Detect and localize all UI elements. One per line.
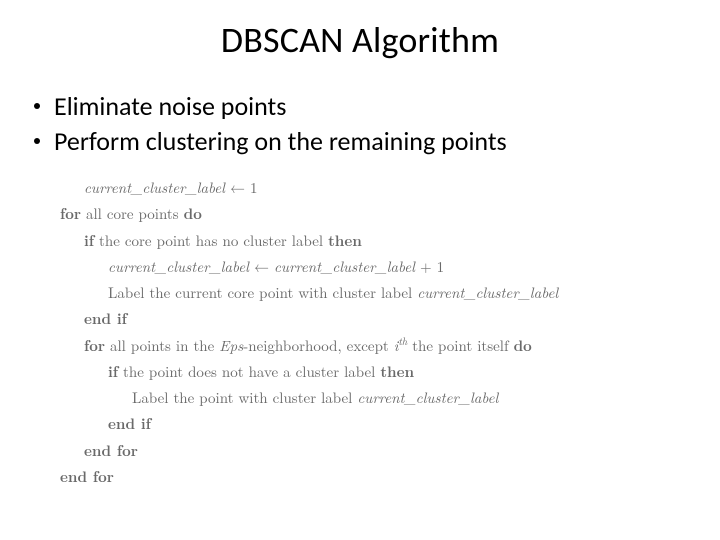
code-text: the core point has no cluster label (94, 230, 328, 251)
code-line: current_cluster_label ← current_cluster_… (60, 254, 686, 280)
slide: DBSCAN Algorithm Eliminate noise points … (0, 0, 720, 540)
code-text: + 1 (415, 256, 444, 277)
pseudocode-block: current_cluster_label ← 1 for all core p… (34, 175, 686, 490)
code-keyword: then (380, 361, 414, 382)
page-title: DBSCAN Algorithm (34, 18, 686, 62)
code-keyword: if (84, 230, 94, 251)
code-var: current_cluster_label (84, 177, 225, 198)
code-line: if the point does not have a cluster lab… (60, 359, 686, 385)
code-keyword: if (108, 361, 118, 382)
code-var: Eps (219, 335, 243, 356)
bullet-dot-icon (34, 138, 40, 144)
code-line: if the core point has no cluster label t… (60, 228, 686, 254)
code-var: current_cluster_label (417, 282, 558, 303)
code-keyword: do (184, 203, 202, 224)
code-text: ← (249, 256, 274, 277)
code-keyword: end for (60, 466, 114, 487)
code-text: the point does not have a cluster label (118, 361, 380, 382)
code-text: -neighborhood, except (243, 335, 393, 356)
code-line: current_cluster_label ← 1 (60, 175, 686, 201)
bullet-text: Perform clustering on the remaining poin… (54, 125, 507, 158)
code-line: end for (60, 438, 686, 464)
code-keyword: end if (84, 308, 127, 329)
code-text: Label the point with cluster label (132, 387, 357, 408)
code-keyword: end if (108, 413, 151, 434)
code-line: end if (60, 306, 686, 332)
code-text: all points in the (105, 335, 219, 356)
code-line: end for (60, 464, 686, 490)
code-keyword: end for (84, 440, 138, 461)
code-keyword: for (84, 335, 105, 356)
code-line: end if (60, 411, 686, 437)
bullet-list: Eliminate noise points Perform clusterin… (34, 90, 686, 157)
code-keyword: then (328, 230, 362, 251)
list-item: Perform clustering on the remaining poin… (34, 125, 686, 158)
code-var: current_cluster_label (108, 256, 249, 277)
bullet-text: Eliminate noise points (54, 90, 286, 123)
code-var: current_cluster_label (274, 256, 415, 277)
list-item: Eliminate noise points (34, 90, 686, 123)
code-keyword: for (60, 203, 81, 224)
bullet-dot-icon (34, 103, 40, 109)
code-text: all core points (81, 203, 184, 224)
code-text: the point itself (407, 335, 513, 356)
code-line: for all core points do (60, 201, 686, 227)
code-keyword: do (514, 335, 532, 356)
code-line: for all points in the Eps-neighborhood, … (60, 333, 686, 359)
code-var: current_cluster_label (357, 387, 498, 408)
code-line: Label the current core point with cluste… (60, 280, 686, 306)
code-text: Label the current core point with cluste… (108, 282, 417, 303)
code-line: Label the point with cluster label curre… (60, 385, 686, 411)
code-text: ← 1 (225, 177, 258, 198)
code-superscript: th (398, 334, 407, 349)
